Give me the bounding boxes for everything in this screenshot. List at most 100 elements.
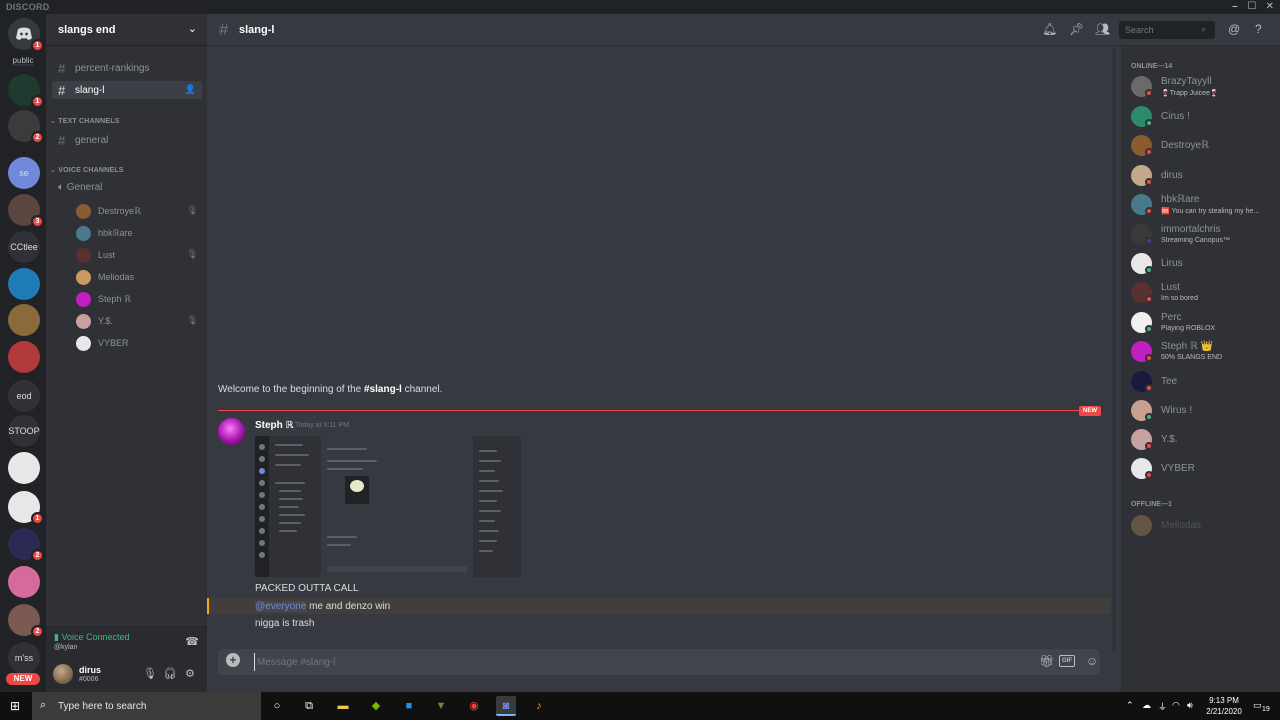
headphones-icon[interactable]: 🎧︎: [163, 667, 177, 680]
new-messages-divider: [218, 410, 1100, 411]
discord-taskbar-icon[interactable]: ◙: [496, 696, 516, 716]
wifi-icon[interactable]: ◠: [1172, 700, 1180, 711]
file-explorer-icon[interactable]: ▬: [333, 696, 353, 716]
close-button[interactable]: ✕: [1261, 0, 1279, 14]
avatar[interactable]: [53, 664, 73, 684]
member-item[interactable]: immortalchris Streaming Canopus™: [1121, 220, 1280, 248]
server-icon[interactable]: se: [8, 157, 40, 189]
server-icon[interactable]: [8, 268, 40, 300]
member-item[interactable]: Tee: [1121, 367, 1280, 395]
task-view-icon[interactable]: ⧉: [299, 696, 319, 716]
member-item[interactable]: BrazyTayyll 🍷Trapp Juicee🍷: [1121, 72, 1280, 100]
server-icon[interactable]: STOOP: [8, 415, 40, 447]
gif-icon[interactable]: GIF: [1059, 655, 1075, 667]
gift-icon[interactable]: 🎁︎: [1039, 654, 1054, 668]
photoshop-icon[interactable]: ■: [399, 696, 419, 716]
mention-icon[interactable]: @: [1228, 22, 1240, 36]
member-item[interactable]: Meliodas: [1121, 511, 1280, 539]
server-icon[interactable]: eod: [8, 380, 40, 412]
taskbar-search-input[interactable]: [32, 692, 261, 720]
member-list: ONLINE—14 BrazyTayyll 🍷Trapp Juicee🍷 Cirus…: [1121, 46, 1280, 692]
server-icon[interactable]: 3: [8, 194, 44, 228]
server-header[interactable]: slangs end ⌄: [46, 14, 207, 46]
taskbar-clock[interactable]: 9:13 PM 2/21/2020: [1198, 695, 1250, 717]
vegas-icon[interactable]: ▼: [431, 696, 451, 716]
server-icon[interactable]: [8, 341, 40, 373]
microphone-icon[interactable]: 🎙︎: [143, 667, 157, 680]
fl-studio-icon[interactable]: ♪: [529, 696, 549, 716]
home-button[interactable]: 1: [8, 18, 44, 52]
server-icon[interactable]: m'ss: [8, 642, 40, 674]
discord-logo-icon: [16, 27, 32, 40]
windows-start-icon[interactable]: ⊞: [10, 699, 20, 713]
server-icon[interactable]: [8, 304, 40, 336]
create-invite-icon[interactable]: 👤: [185, 84, 196, 95]
cortana-icon[interactable]: ○: [267, 696, 287, 716]
voice-user[interactable]: Lust 🎙︎: [76, 246, 202, 264]
message-author[interactable]: Steph ℝ: [255, 420, 294, 431]
voice-user[interactable]: Y.$. 🎙︎: [76, 312, 202, 330]
member-item[interactable]: Lirus: [1121, 249, 1280, 277]
member-item[interactable]: Cirus !: [1121, 102, 1280, 130]
upload-icon[interactable]: +: [226, 653, 240, 667]
server-icon[interactable]: [8, 566, 40, 598]
pin-icon[interactable]: 📌︎: [1069, 22, 1084, 36]
members-icon[interactable]: 👥︎: [1095, 22, 1110, 36]
member-item[interactable]: VYBER: [1121, 454, 1280, 482]
member-item[interactable]: Steph ℝ 👑 50% SLANGS END: [1121, 337, 1280, 365]
channel-general[interactable]: # general: [52, 131, 202, 149]
avatar: [76, 248, 91, 263]
voice-user[interactable]: Destroyeℝ 🎙︎: [76, 202, 202, 220]
member-activity: 🆘 You can try stealing my he...: [1161, 208, 1260, 215]
help-icon[interactable]: ?: [1255, 22, 1262, 36]
text-channels-category[interactable]: ⌄ TEXT CHANNELS: [50, 117, 120, 125]
voice-channels-category[interactable]: ⌄ VOICE CHANNELS: [50, 166, 124, 174]
minimize-button[interactable]: –: [1226, 0, 1244, 14]
voice-user[interactable]: Steph ℝ: [76, 290, 202, 308]
server-icon[interactable]: 1: [8, 74, 44, 108]
member-item[interactable]: dirus: [1121, 161, 1280, 189]
usb-icon[interactable]: ⏚: [1158, 700, 1167, 713]
server-icon[interactable]: 2: [8, 110, 44, 144]
voice-user-name: Meliodas: [98, 272, 135, 282]
maximize-button[interactable]: ☐: [1243, 0, 1261, 14]
scrollbar[interactable]: [1112, 48, 1116, 652]
voice-user[interactable]: hbkℝare: [76, 224, 202, 242]
server-icon[interactable]: 2: [8, 528, 44, 562]
nvidia-icon[interactable]: ◆: [366, 696, 386, 716]
member-item[interactable]: Lust Im so bored: [1121, 278, 1280, 306]
voice-user[interactable]: VYBER: [76, 334, 202, 352]
user-tag: #0006: [79, 676, 99, 683]
channel-percent-rankings[interactable]: # percent-rankings: [52, 59, 202, 77]
server-icon[interactable]: CCtlee: [8, 231, 40, 263]
image-attachment[interactable]: [255, 436, 521, 577]
server-icon[interactable]: [8, 452, 40, 484]
notifications-icon[interactable]: ▭: [1253, 700, 1262, 711]
mention-everyone[interactable]: @everyone: [255, 601, 307, 612]
onedrive-icon[interactable]: ☁: [1142, 700, 1151, 711]
member-item[interactable]: hbkℝare 🆘 You can try stealing my he...: [1121, 190, 1280, 218]
member-item[interactable]: Wirus !: [1121, 396, 1280, 424]
status-indicator: [1145, 442, 1153, 450]
channel-slang-l[interactable]: # slang-l 👤: [52, 81, 202, 99]
message-input[interactable]: [254, 653, 994, 671]
chrome-icon[interactable]: ◉: [464, 696, 484, 716]
emoji-icon[interactable]: ☺: [1086, 654, 1098, 668]
bell-icon[interactable]: 🔔︎: [1042, 22, 1057, 36]
member-item[interactable]: Destroyeℝ: [1121, 131, 1280, 159]
server-icon[interactable]: 1: [8, 491, 44, 525]
voice-user[interactable]: Meliodas: [76, 268, 202, 286]
voice-channel-general[interactable]: 🔈︎ General: [58, 182, 102, 193]
avatar[interactable]: [218, 418, 245, 445]
voice-connected-status[interactable]: ▮ Voice Connected: [54, 632, 130, 643]
tray-chevron-icon[interactable]: ⌃: [1126, 700, 1134, 711]
new-unreads-pill[interactable]: NEW: [6, 673, 40, 685]
server-icon[interactable]: 2: [8, 604, 44, 638]
member-item[interactable]: Perc Playing ROBLOX: [1121, 308, 1280, 336]
voice-status-panel: ▮ Voice Connected @kylan ☎: [46, 626, 207, 656]
volume-icon[interactable]: 🔊︎: [1187, 700, 1193, 711]
member-item[interactable]: Y.$.: [1121, 425, 1280, 453]
disconnect-icon[interactable]: ☎: [185, 635, 199, 648]
gear-icon[interactable]: ⚙: [185, 667, 195, 680]
avatar: [76, 270, 91, 285]
